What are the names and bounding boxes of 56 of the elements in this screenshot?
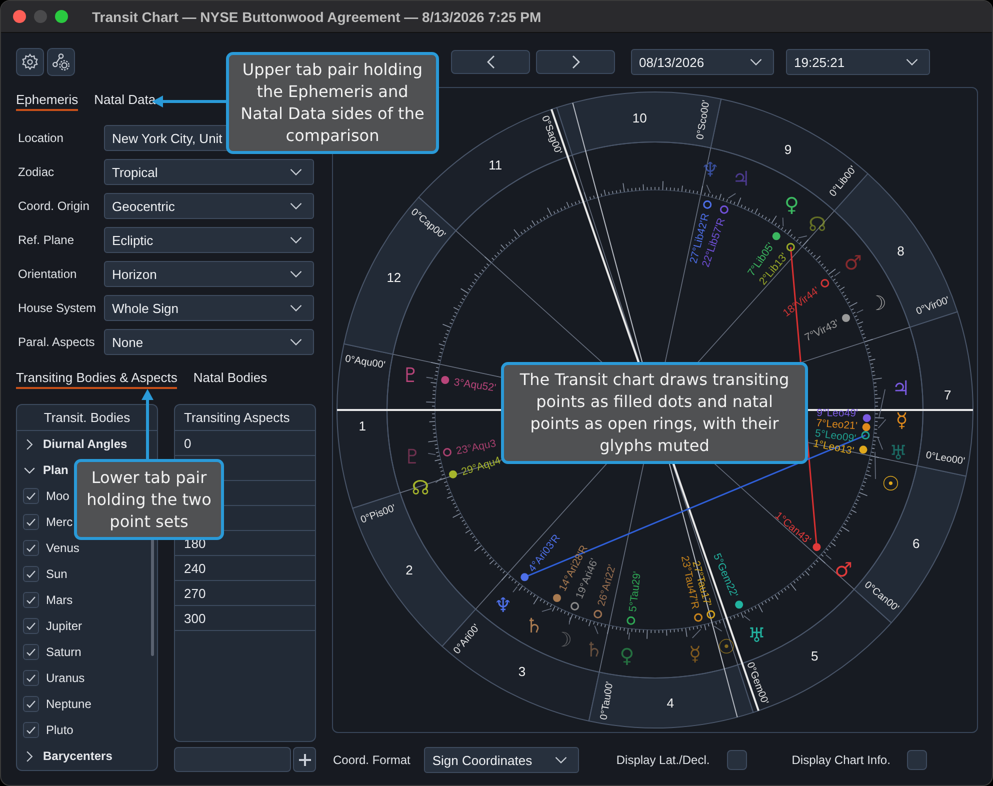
field-label: Coord. Format: [333, 753, 410, 767]
planet-glyph: ♃: [892, 376, 910, 400]
annotation-tooltip: Upper tab pair holding the Ephemeris and Natal Data sides of the comparison: [226, 52, 439, 154]
sign-cusp-label: 0°Sco00': [694, 99, 712, 140]
field-label: Location: [17, 131, 64, 145]
planet-glyph: ☿: [688, 642, 702, 666]
column-header: Transit. Bodies: [17, 405, 157, 431]
planet-glyph: ☉: [882, 472, 900, 496]
sign-cusp-label: 0°Leo00': [925, 450, 966, 468]
house-number: 9: [784, 142, 792, 157]
field-label: Orientation: [17, 267, 78, 281]
planet-glyph: ♆: [494, 592, 512, 617]
field-label: Paral. Aspects: [17, 335, 96, 349]
field-label: Zodiac: [17, 165, 56, 179]
planet-glyph: ♄: [525, 613, 544, 638]
planet-glyph: ♅: [748, 623, 766, 648]
option-label: Display Chart Info.: [792, 753, 890, 767]
planet-glyph: ♅: [889, 440, 908, 464]
house-number: 10: [632, 110, 647, 126]
planet-glyph: ♇: [402, 363, 420, 388]
house-number: 2: [406, 562, 413, 578]
house-number: 11: [488, 157, 502, 172]
house-number: 8: [897, 243, 904, 258]
position-label: 3°Aqu52': [453, 376, 497, 394]
position-label: 9°Leo49': [816, 407, 858, 420]
field-label: House System: [17, 301, 98, 315]
sign-cusp-label: 0°Tau00': [598, 680, 616, 721]
column-header: Transiting Aspects: [175, 405, 315, 431]
annotation-tooltip: The Transit chart draws transiting points as filled dots and natal points as open rings, with their glyphs muted: [501, 362, 808, 464]
house-number: 4: [666, 696, 674, 711]
position-label: 26°Ari22': [595, 563, 618, 608]
position-label: 23°Aqu3: [455, 438, 498, 458]
window-title: Transit Chart — NYSE Buttonwood Agreement — 8/13/2026 7:25 PM: [92, 8, 542, 24]
planet-glyph: ♃: [732, 166, 750, 191]
planet-glyph: ♇: [403, 444, 422, 468]
planet-glyph: ♄: [585, 637, 603, 662]
planet-glyph: ☊: [808, 212, 826, 236]
house-number: 6: [912, 536, 920, 552]
field-label: Ref. Plane: [17, 233, 76, 247]
field-label: Coord. Origin: [17, 199, 90, 213]
position-label: 5°Tau29': [627, 570, 644, 612]
planet-glyph: ☿: [896, 408, 908, 432]
planet-glyph: ♀: [620, 643, 634, 668]
house-number: 5: [810, 648, 818, 664]
annotation-tooltip: Lower tab pair holding the two point sets: [74, 459, 224, 540]
planet-glyph: ☽: [554, 627, 572, 652]
sign-cusp-label: 0°Aqu00': [344, 354, 386, 372]
option-label: Display Lat./Decl.: [616, 753, 710, 767]
house-number: 7: [944, 388, 952, 403]
planet-glyph: ♀: [784, 192, 800, 216]
house-number: 3: [518, 664, 526, 680]
house-number: 12: [386, 270, 402, 285]
planet-glyph: ♂: [844, 250, 862, 274]
planet-glyph: ♂: [834, 558, 852, 582]
planet-glyph: ☽: [868, 290, 886, 315]
house-number: 1: [358, 418, 366, 434]
